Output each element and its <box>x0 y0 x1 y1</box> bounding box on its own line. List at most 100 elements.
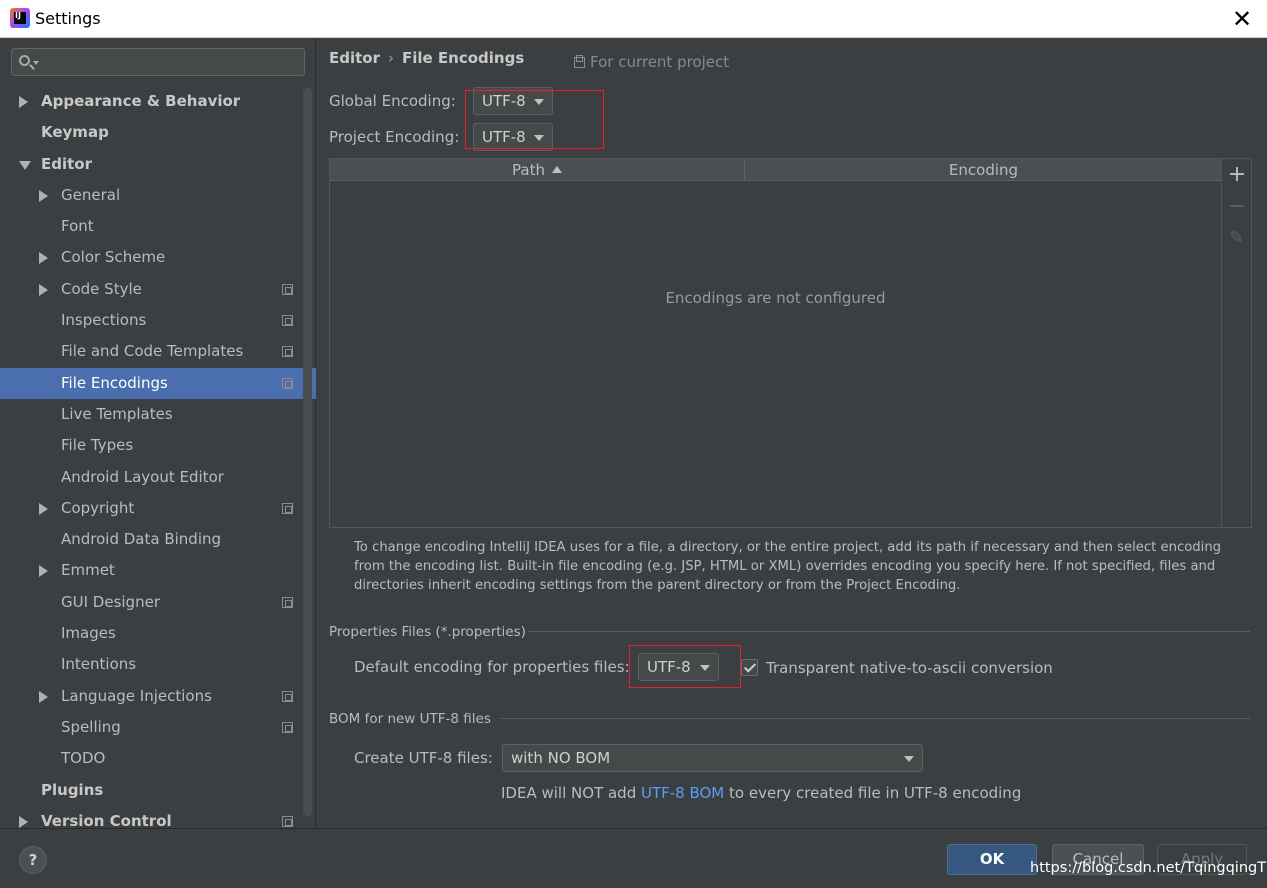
sidebar-item[interactable]: File Types <box>0 430 300 461</box>
sidebar-item[interactable]: Spelling <box>0 712 300 743</box>
highlight-box <box>629 645 741 688</box>
project-scope-icon <box>282 690 293 702</box>
sidebar-scrollbar[interactable] <box>303 88 312 816</box>
sidebar-item-label: File Encodings <box>61 373 168 392</box>
intellij-app-icon: IJ <box>10 8 30 28</box>
chevron-right-icon[interactable] <box>19 815 28 828</box>
project-scope-icon <box>282 815 293 827</box>
window-title: Settings <box>35 9 101 28</box>
project-scope-icon <box>282 721 293 733</box>
project-scope-icon <box>282 283 293 295</box>
search-input[interactable] <box>11 48 305 76</box>
sidebar-item-label: Android Data Binding <box>61 530 222 549</box>
sidebar-item[interactable]: File and Code Templates <box>0 336 300 367</box>
utf8-bom-link[interactable]: UTF-8 BOM <box>641 784 724 802</box>
project-scope-icon <box>282 377 293 389</box>
chevron-right-icon[interactable] <box>19 96 28 108</box>
bom-note-prefix: IDEA will NOT add <box>501 784 641 802</box>
sidebar-item-label: Language Injections <box>61 686 212 705</box>
sidebar-item[interactable]: Inspections <box>0 305 300 336</box>
sort-ascending-icon <box>551 166 562 173</box>
sidebar-item[interactable]: Images <box>0 618 300 649</box>
sidebar-item-label: TODO <box>61 749 106 768</box>
project-scope-icon <box>282 596 293 608</box>
add-icon[interactable]: + <box>1227 164 1247 186</box>
sidebar-item[interactable]: GUI Designer <box>0 587 300 618</box>
sidebar-item[interactable]: TODO <box>0 743 300 774</box>
chevron-right-icon[interactable] <box>39 189 48 202</box>
sidebar-item-label: Keymap <box>41 123 109 142</box>
scope-note-text: For current project <box>590 53 730 71</box>
sidebar-item[interactable]: Font <box>0 211 300 242</box>
sidebar-item[interactable]: Intentions <box>0 649 300 680</box>
properties-default-label: Default encoding for properties files: <box>354 658 630 676</box>
sidebar-item-label: General <box>61 185 121 204</box>
chevron-right-icon[interactable] <box>39 502 48 515</box>
sidebar-item-label: Font <box>61 217 94 236</box>
chevron-right-icon[interactable] <box>39 252 48 265</box>
column-header-encoding[interactable]: Encoding <box>746 159 1221 181</box>
create-utf8-label: Create UTF-8 files: <box>354 749 493 767</box>
native-to-ascii-checkbox[interactable] <box>741 659 758 676</box>
chevron-down-icon <box>904 756 914 762</box>
help-button[interactable]: ? <box>19 846 47 874</box>
table-toolbar: + − ✎ <box>1222 158 1252 528</box>
sidebar-item[interactable]: Color Scheme <box>0 242 300 273</box>
close-icon[interactable]: ✕ <box>1227 4 1257 34</box>
ok-button[interactable]: OK <box>947 844 1037 875</box>
bom-select[interactable]: with NO BOM <box>502 744 923 772</box>
sidebar-item[interactable]: Keymap <box>0 117 300 148</box>
main-panel: Editor › File Encodings For current projec… <box>316 38 1267 828</box>
sidebar-item[interactable]: Emmet <box>0 555 300 586</box>
highlight-box <box>465 90 604 149</box>
search-icon <box>19 55 30 66</box>
edit-icon[interactable]: ✎ <box>1227 229 1247 249</box>
project-scope-icon <box>574 57 585 68</box>
sidebar-item-label: Editor <box>41 154 92 173</box>
native-to-ascii-label: Transparent native-to-ascii conversion <box>766 659 1053 677</box>
column-path-label: Path <box>512 161 545 179</box>
title-bar: IJ Settings ✕ <box>0 0 1267 38</box>
sidebar-item-label: Appearance & Behavior <box>41 92 241 110</box>
breadcrumb-separator: › <box>388 49 394 67</box>
remove-icon[interactable]: − <box>1227 196 1247 218</box>
dialog-footer: ? OK Cancel Apply https://blog.csdn.net/… <box>0 828 1267 888</box>
sidebar-item[interactable]: Code Style <box>0 274 300 305</box>
encodings-table: Path Encoding Encodings are not configur… <box>329 158 1222 528</box>
sidebar-item-label: Copyright <box>61 498 135 517</box>
settings-sidebar: Appearance & Behavior Keymap Editor General… <box>0 38 316 830</box>
sidebar-item-label: Images <box>61 624 116 643</box>
chevron-right-icon[interactable] <box>39 283 48 296</box>
chevron-down-icon <box>33 61 39 65</box>
sidebar-item-label: File Types <box>61 436 134 455</box>
sidebar-item[interactable]: General <box>0 180 300 211</box>
section-divider <box>528 631 1250 632</box>
sidebar-item[interactable]: Android Layout Editor <box>0 462 300 493</box>
sidebar-item[interactable]: Android Data Binding <box>0 524 300 555</box>
global-encoding-label: Global Encoding: <box>329 92 456 110</box>
sidebar-item[interactable]: Language Injections <box>0 681 300 712</box>
properties-section-title: Properties Files (*.properties) <box>329 624 526 640</box>
sidebar-item[interactable]: Copyright <box>0 493 300 524</box>
scope-note: For current project <box>574 53 729 71</box>
sidebar-item[interactable]: Live Templates <box>0 399 300 430</box>
sidebar-item-label: Inspections <box>61 311 147 330</box>
settings-tree: Appearance & Behavior Keymap Editor General… <box>0 86 316 837</box>
sidebar-item[interactable]: Appearance & Behavior <box>0 86 300 117</box>
sidebar-item[interactable]: File Encodings <box>0 367 316 399</box>
chevron-right-icon[interactable] <box>39 690 48 703</box>
column-header-path[interactable]: Path <box>330 159 745 181</box>
watermark: https://blog.csdn.net/TqingqingT <box>1030 860 1267 876</box>
chevron-right-icon[interactable] <box>39 565 48 578</box>
sidebar-item-label: Android Layout Editor <box>61 467 224 486</box>
empty-table-message: Encodings are not configured <box>665 289 886 307</box>
sidebar-item-label: Color Scheme <box>61 248 166 267</box>
chevron-down-icon[interactable] <box>19 160 31 170</box>
project-scope-icon <box>282 315 293 327</box>
sidebar-item[interactable]: Editor <box>0 149 300 180</box>
sidebar-item[interactable]: Plugins <box>0 775 300 806</box>
bom-section-title: BOM for new UTF-8 files <box>329 711 491 727</box>
bom-select-value: with NO BOM <box>511 749 611 767</box>
sidebar-item-label: GUI Designer <box>61 592 160 611</box>
sidebar-item-label: Live Templates <box>61 404 173 423</box>
